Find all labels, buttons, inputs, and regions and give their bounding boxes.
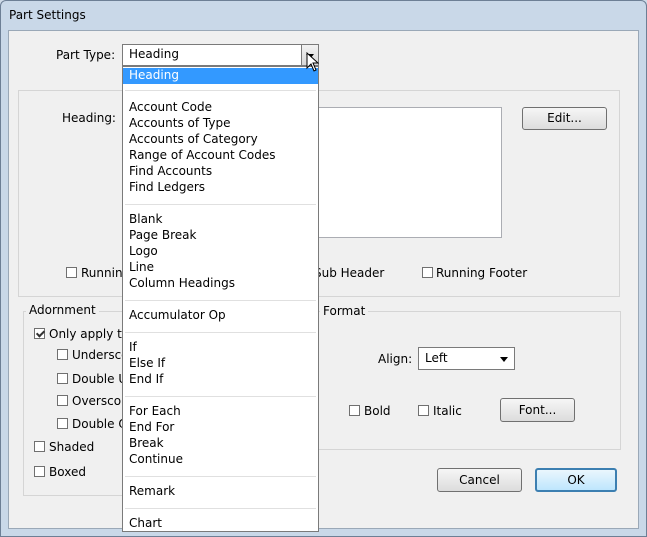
bold-label: Bold	[364, 404, 391, 418]
running-footer-checkbox[interactable]	[422, 267, 433, 278]
dropdown-item-heading[interactable]: Heading	[123, 68, 318, 84]
align-label: Align:	[378, 352, 413, 366]
align-select[interactable]: Left	[418, 347, 515, 370]
dropdown-item-break[interactable]: Break	[123, 436, 318, 452]
dropdown-separator	[125, 332, 316, 333]
dropdown-item-end-if[interactable]: End If	[123, 372, 318, 388]
dropdown-separator	[125, 90, 316, 91]
dropdown-separator	[125, 396, 316, 397]
overscore-label: Oversco	[72, 394, 122, 408]
chevron-down-icon[interactable]	[500, 357, 508, 362]
part-type-value: Heading	[129, 47, 179, 61]
overscore-checkbox[interactable]	[57, 395, 68, 406]
double-overscore-checkbox[interactable]	[57, 418, 68, 429]
cancel-button[interactable]: Cancel	[437, 468, 522, 492]
dropdown-item-chart[interactable]: Chart	[123, 516, 318, 531]
format-group	[316, 311, 621, 450]
italic-checkbox[interactable]	[418, 405, 429, 416]
sub-header-label: Sub Header	[314, 266, 385, 280]
only-apply-checkbox[interactable]	[34, 328, 45, 339]
shaded-checkbox[interactable]	[34, 441, 45, 452]
running-footer-label: Running Footer	[436, 266, 528, 280]
edit-button[interactable]: Edit...	[522, 107, 607, 130]
dropdown-item-end-for[interactable]: End For	[123, 420, 318, 436]
boxed-label: Boxed	[49, 465, 86, 479]
dropdown-separator	[125, 476, 316, 477]
underscore-label: Undersco	[72, 348, 129, 362]
align-value: Left	[425, 351, 448, 365]
dropdown-item-accounts-of-type[interactable]: Accounts of Type	[123, 116, 318, 132]
part-type-label: Part Type:	[56, 48, 116, 62]
window-title: Part Settings	[9, 8, 86, 22]
dropdown-item-continue[interactable]: Continue	[123, 452, 318, 468]
italic-label: Italic	[433, 404, 462, 418]
dropdown-item-logo[interactable]: Logo	[123, 244, 318, 260]
dropdown-item-for-each[interactable]: For Each	[123, 404, 318, 420]
dropdown-item-column-headings[interactable]: Column Headings	[123, 276, 318, 292]
dropdown-item-accounts-of-category[interactable]: Accounts of Category	[123, 132, 318, 148]
dropdown-separator	[125, 508, 316, 509]
dropdown-item-account-code[interactable]: Account Code	[123, 100, 318, 116]
mouse-cursor-icon	[306, 52, 319, 72]
running-header-checkbox[interactable]	[66, 267, 77, 278]
dropdown-item-line[interactable]: Line	[123, 260, 318, 276]
part-type-dropdown-list: Heading Account Code Accounts of Type Ac…	[122, 66, 319, 532]
dropdown-separator	[125, 300, 316, 301]
dropdown-item-accumulator-op[interactable]: Accumulator Op	[123, 308, 318, 324]
boxed-checkbox[interactable]	[34, 466, 45, 477]
dropdown-item-find-ledgers[interactable]: Find Ledgers	[123, 180, 318, 196]
underscore-checkbox[interactable]	[57, 349, 68, 360]
dropdown-item-blank[interactable]: Blank	[123, 212, 318, 228]
format-legend: Format	[320, 304, 369, 318]
dropdown-item-else-if[interactable]: Else If	[123, 356, 318, 372]
ok-button[interactable]: OK	[535, 468, 617, 492]
part-type-select[interactable]: Heading	[122, 44, 319, 66]
font-button[interactable]: Font...	[500, 398, 575, 422]
dropdown-item-remark[interactable]: Remark	[123, 484, 318, 500]
adornment-legend: Adornment	[26, 303, 99, 317]
heading-label: Heading:	[62, 111, 116, 125]
dropdown-item-find-accounts[interactable]: Find Accounts	[123, 164, 318, 180]
dropdown-item-page-break[interactable]: Page Break	[123, 228, 318, 244]
only-apply-label: Only apply to	[49, 327, 130, 341]
double-overscore-label: Double O	[72, 417, 128, 431]
double-underscore-checkbox[interactable]	[57, 373, 68, 384]
dropdown-item-if[interactable]: If	[123, 340, 318, 356]
double-underscore-label: Double U	[72, 372, 128, 386]
dropdown-separator	[125, 204, 316, 205]
dropdown-item-range-of-account-codes[interactable]: Range of Account Codes	[123, 148, 318, 164]
bold-checkbox[interactable]	[349, 405, 360, 416]
shaded-label: Shaded	[49, 440, 95, 454]
